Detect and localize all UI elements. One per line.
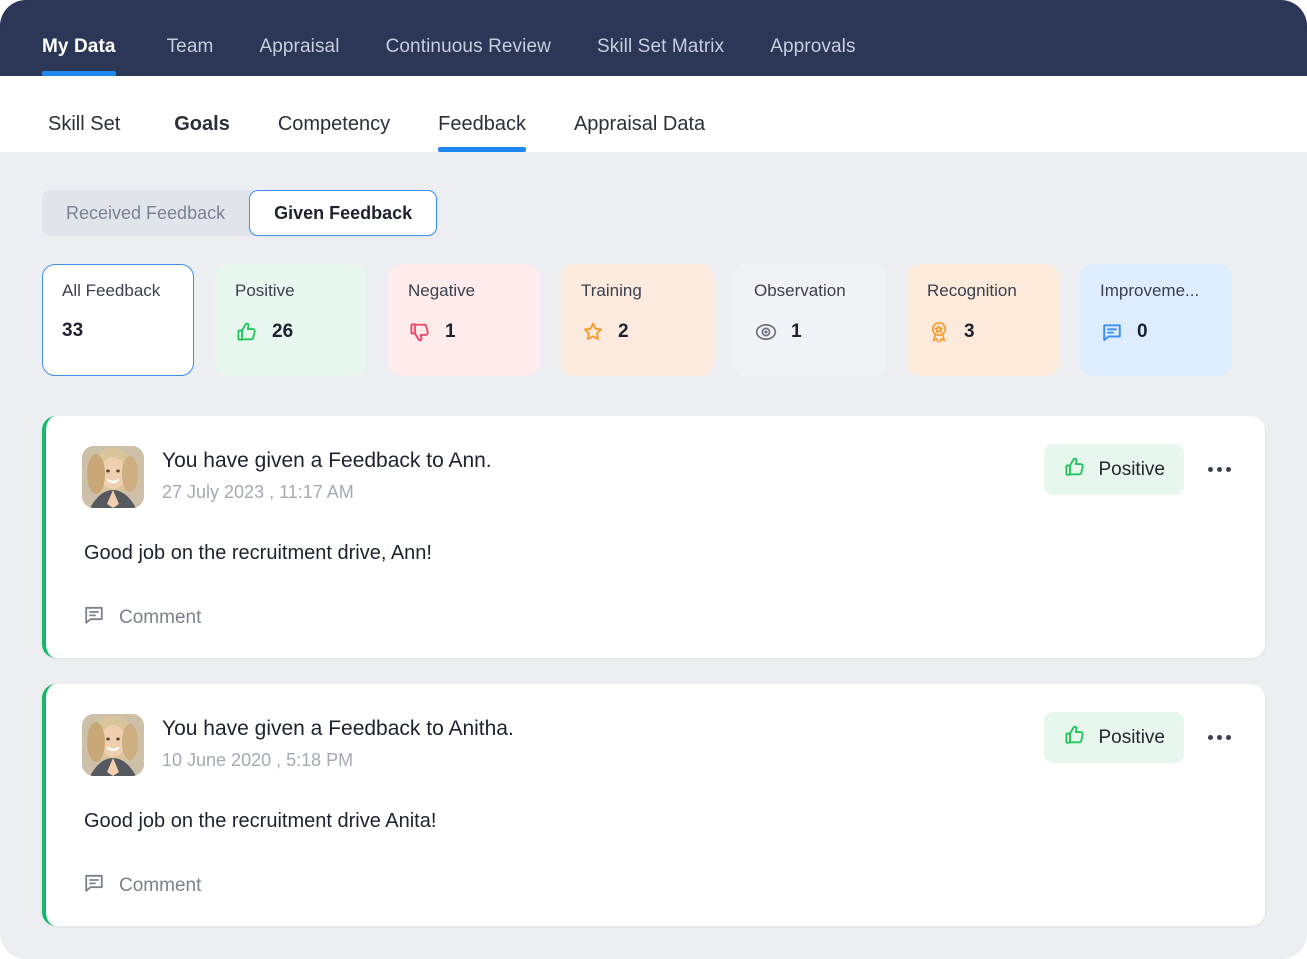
badge-label: Positive: [1098, 459, 1165, 481]
thumbs-down-icon: [408, 320, 432, 344]
nav-item-approvals[interactable]: Approvals: [747, 37, 878, 76]
tab-feedback[interactable]: Feedback: [414, 114, 550, 152]
filter-label: Negative: [408, 281, 539, 301]
more-options-icon[interactable]: [1202, 729, 1237, 746]
feedback-message: Good job on the recruitment drive Anita!: [84, 810, 1235, 833]
comment-icon: [1100, 320, 1124, 344]
filter-count: 3: [964, 321, 975, 343]
filter-count: 1: [791, 321, 802, 343]
comment-icon: [82, 603, 106, 632]
comment-icon: [82, 871, 106, 900]
toggle-received-feedback[interactable]: Received Feedback: [42, 190, 249, 236]
comment-label: Comment: [119, 875, 201, 897]
more-options-icon[interactable]: [1202, 461, 1237, 478]
tab-goals[interactable]: Goals: [150, 114, 254, 152]
feedback-title: You have given a Feedback to Anitha.: [162, 716, 514, 742]
filter-card-all-feedback[interactable]: All Feedback 33: [42, 264, 194, 376]
thumbs-up-icon: [1063, 455, 1087, 484]
filter-card-observation[interactable]: Observation 1: [734, 264, 886, 376]
feedback-type-badge[interactable]: Positive: [1044, 712, 1184, 763]
thumbs-up-icon: [1063, 723, 1087, 752]
toggle-given-feedback[interactable]: Given Feedback: [249, 190, 437, 236]
comment-action[interactable]: Comment: [82, 871, 1235, 900]
feedback-timestamp: 27 July 2023 , 11:17 AM: [162, 482, 492, 503]
filter-card-training[interactable]: Training 2: [561, 264, 713, 376]
badge-label: Positive: [1098, 727, 1165, 749]
feedback-card: You have given a Feedback to Ann. 27 Jul…: [42, 416, 1265, 658]
filter-card-improvement[interactable]: Improveme... 0: [1080, 264, 1232, 376]
secondary-navigation: Skill Set Goals Competency Feedback Appr…: [0, 76, 1307, 152]
feedback-message: Good job on the recruitment drive, Ann!: [84, 542, 1235, 565]
filter-label: Improveme...: [1100, 281, 1231, 301]
comment-label: Comment: [119, 607, 201, 629]
tab-competency[interactable]: Competency: [254, 114, 414, 152]
filter-label: Training: [581, 281, 712, 301]
filter-label: Recognition: [927, 281, 1058, 301]
filter-label: Positive: [235, 281, 366, 301]
tab-skill-set[interactable]: Skill Set: [48, 114, 150, 152]
filter-count: 33: [62, 320, 83, 342]
tab-appraisal-data[interactable]: Appraisal Data: [550, 114, 729, 152]
feedback-card: You have given a Feedback to Anitha. 10 …: [42, 684, 1265, 926]
nav-item-appraisal[interactable]: Appraisal: [236, 37, 362, 76]
comment-action[interactable]: Comment: [82, 603, 1235, 632]
nav-item-skill-set-matrix[interactable]: Skill Set Matrix: [574, 37, 747, 76]
feedback-category-filters: All Feedback 33 Positive 26: [42, 264, 1307, 376]
thumbs-up-icon: [235, 320, 259, 344]
filter-count: 26: [272, 321, 293, 343]
filter-card-negative[interactable]: Negative 1: [388, 264, 540, 376]
feedback-timestamp: 10 June 2020 , 5:18 PM: [162, 750, 514, 771]
nav-item-my-data[interactable]: My Data: [42, 37, 144, 76]
feedback-title: You have given a Feedback to Ann.: [162, 448, 492, 474]
feedback-direction-toggle: Received Feedback Given Feedback: [42, 190, 437, 236]
eye-icon: [754, 320, 778, 344]
filter-count: 1: [445, 321, 456, 343]
medal-icon: [927, 320, 951, 344]
feedback-content-area: Received Feedback Given Feedback All Fee…: [0, 152, 1307, 959]
filter-label: Observation: [754, 281, 885, 301]
given-feedback-list: You have given a Feedback to Ann. 27 Jul…: [42, 416, 1265, 926]
primary-navigation: My Data Team Appraisal Continuous Review…: [0, 0, 1307, 76]
filter-card-positive[interactable]: Positive 26: [215, 264, 367, 376]
filter-label: All Feedback: [62, 281, 193, 301]
filter-count: 2: [618, 321, 629, 343]
feedback-type-badge[interactable]: Positive: [1044, 444, 1184, 495]
nav-item-continuous-review[interactable]: Continuous Review: [363, 37, 574, 76]
filter-count: 0: [1137, 321, 1148, 343]
avatar: [82, 714, 144, 776]
nav-item-team[interactable]: Team: [144, 37, 237, 76]
filter-card-recognition[interactable]: Recognition 3: [907, 264, 1059, 376]
star-icon: [581, 320, 605, 344]
app-window: My Data Team Appraisal Continuous Review…: [0, 0, 1307, 959]
avatar: [82, 446, 144, 508]
